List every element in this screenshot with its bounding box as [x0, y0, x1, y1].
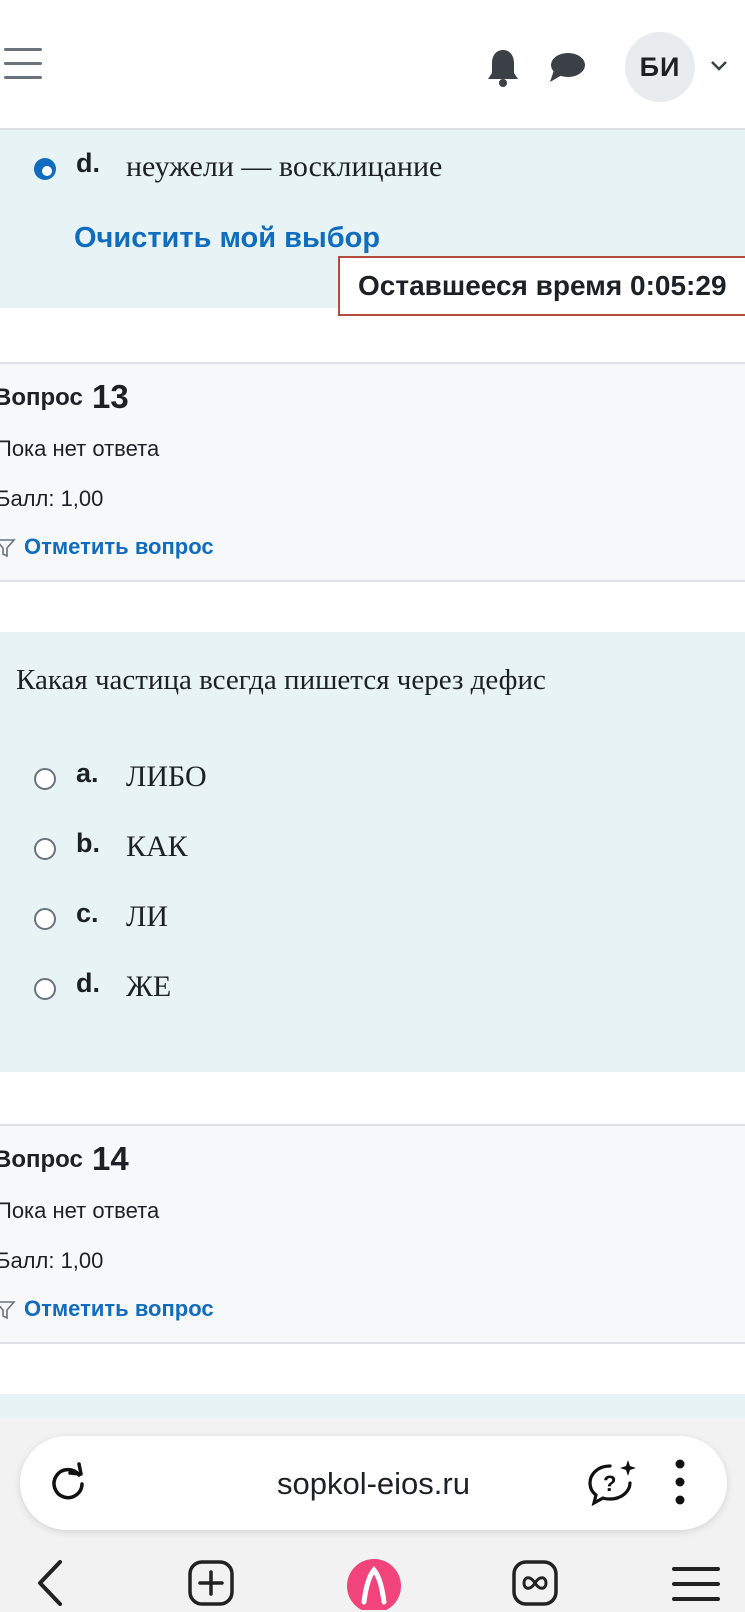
radio-option-a[interactable]: [34, 768, 56, 790]
alice-icon[interactable]: [346, 1558, 402, 1610]
new-tab-icon[interactable]: [188, 1560, 234, 1606]
option-letter: d.: [76, 968, 100, 998]
question-13-content: Какая частица всегда пишется через дефис…: [0, 632, 745, 1072]
svg-text:?: ?: [603, 1471, 616, 1496]
option-letter: d.: [76, 148, 100, 178]
avatar[interactable]: БИ: [625, 32, 695, 102]
option-text[interactable]: ЛИБО: [126, 760, 207, 794]
option-text[interactable]: КАК: [126, 830, 188, 864]
question-13-info: Вопрос 13 Пока нет ответа Балл: 1,00 Отм…: [0, 362, 745, 582]
top-navbar: БИ: [0, 0, 745, 130]
time-remaining-timer: Оставшееся время 0:05:29: [338, 256, 745, 316]
radio-option-d-selected[interactable]: [34, 158, 56, 180]
address-bar[interactable]: sopkol-eios.ru ?: [20, 1436, 727, 1530]
clear-choice-link[interactable]: Очистить мой выбор: [74, 222, 380, 255]
option-text[interactable]: ЛИ: [126, 900, 168, 934]
flag-icon[interactable]: [0, 1299, 16, 1321]
radio-option-d[interactable]: [34, 978, 56, 1000]
chat-bubble-icon[interactable]: [548, 50, 586, 84]
option-text: неужели — восклицание: [126, 150, 443, 183]
option-text[interactable]: ЖЕ: [126, 970, 171, 1004]
question-text: Какая частица всегда пишется через дефис: [16, 664, 546, 696]
option-letter: c.: [76, 898, 99, 928]
question-label: Вопрос: [0, 384, 83, 411]
question-label: Вопрос: [0, 1146, 83, 1173]
tabs-icon[interactable]: [512, 1560, 558, 1606]
chevron-down-icon[interactable]: [708, 54, 730, 76]
question-sparkle-icon[interactable]: ?: [586, 1458, 638, 1506]
option-letter: a.: [76, 758, 99, 788]
vertical-dots-icon[interactable]: [674, 1458, 686, 1506]
flag-icon[interactable]: [0, 537, 16, 559]
question-number: 14: [92, 1140, 129, 1177]
question-grade: Балл: 1,00: [0, 1248, 104, 1273]
answer-status: Пока нет ответа: [0, 1198, 160, 1223]
answer-status: Пока нет ответа: [0, 436, 160, 461]
flag-question-link[interactable]: Отметить вопрос: [24, 534, 214, 560]
menu-icon[interactable]: [672, 1566, 720, 1602]
hamburger-menu-icon[interactable]: [4, 48, 42, 84]
question-number: 13: [92, 378, 129, 415]
flag-question-link[interactable]: Отметить вопрос: [24, 1296, 214, 1322]
question-grade: Балл: 1,00: [0, 486, 104, 511]
radio-option-b[interactable]: [34, 838, 56, 860]
question-14-info: Вопрос 14 Пока нет ответа Балл: 1,00 Отм…: [0, 1124, 745, 1344]
option-letter: b.: [76, 828, 100, 858]
radio-option-c[interactable]: [34, 908, 56, 930]
bell-icon[interactable]: [486, 48, 520, 88]
back-icon[interactable]: [36, 1560, 64, 1606]
